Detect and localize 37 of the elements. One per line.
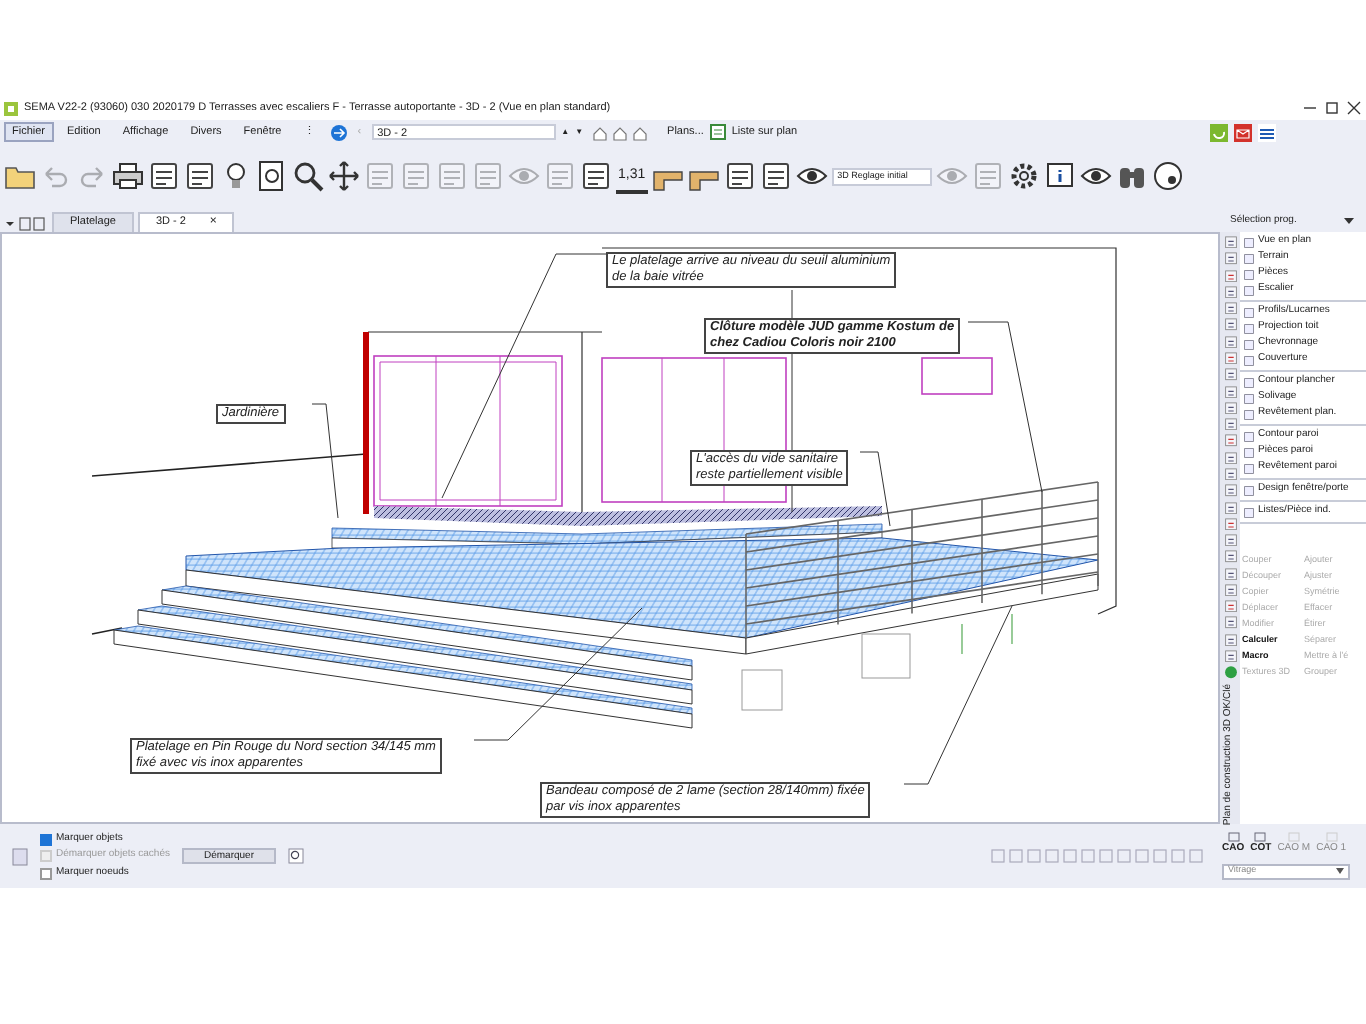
- mode-icon: [1254, 832, 1267, 843]
- mode-icon: [1287, 832, 1300, 843]
- tool-icon[interactable]: [723, 160, 756, 192]
- maximize-icon[interactable]: [1324, 100, 1340, 116]
- tool-icon[interactable]: [1223, 567, 1237, 580]
- caret-icon[interactable]: [1336, 868, 1344, 875]
- info-icon[interactable]: [1043, 160, 1076, 192]
- tool-icon[interactable]: [1223, 385, 1237, 398]
- tool-icon[interactable]: [759, 160, 792, 192]
- mail-icon[interactable]: [1234, 123, 1252, 141]
- tab-tools-icon[interactable]: [4, 216, 48, 232]
- close-icon[interactable]: [1346, 100, 1362, 116]
- tool-icon[interactable]: [148, 160, 180, 192]
- tool-icon[interactable]: [1223, 418, 1237, 431]
- search-icon[interactable]: [292, 160, 324, 192]
- mode-icon: [1227, 832, 1240, 843]
- settings-icon[interactable]: [1007, 160, 1040, 192]
- tool-icon[interactable]: [1223, 650, 1237, 663]
- module-icon: [1244, 507, 1254, 517]
- list-icon[interactable]: [709, 124, 726, 140]
- tool-icon[interactable]: [1223, 451, 1237, 464]
- disc-icon[interactable]: [1151, 160, 1184, 192]
- tool-icon[interactable]: [184, 160, 216, 192]
- status-ok-icon: [1223, 666, 1237, 680]
- tool-icon[interactable]: [1223, 236, 1237, 249]
- printer-icon[interactable]: [112, 160, 144, 192]
- mode-icon: [1325, 832, 1338, 843]
- tool-icon[interactable]: [1223, 335, 1237, 348]
- tool-icon[interactable]: [1223, 302, 1237, 315]
- caret-icon[interactable]: [1344, 218, 1354, 226]
- tool-icon[interactable]: [580, 160, 612, 192]
- tool-icon[interactable]: [1223, 501, 1237, 514]
- zoom-icon[interactable]: [288, 848, 304, 864]
- move-arrows-icon[interactable]: [328, 160, 360, 192]
- tool-icon[interactable]: [1223, 534, 1237, 547]
- tool-icon[interactable]: [1223, 484, 1237, 497]
- module-icon: [1244, 485, 1254, 495]
